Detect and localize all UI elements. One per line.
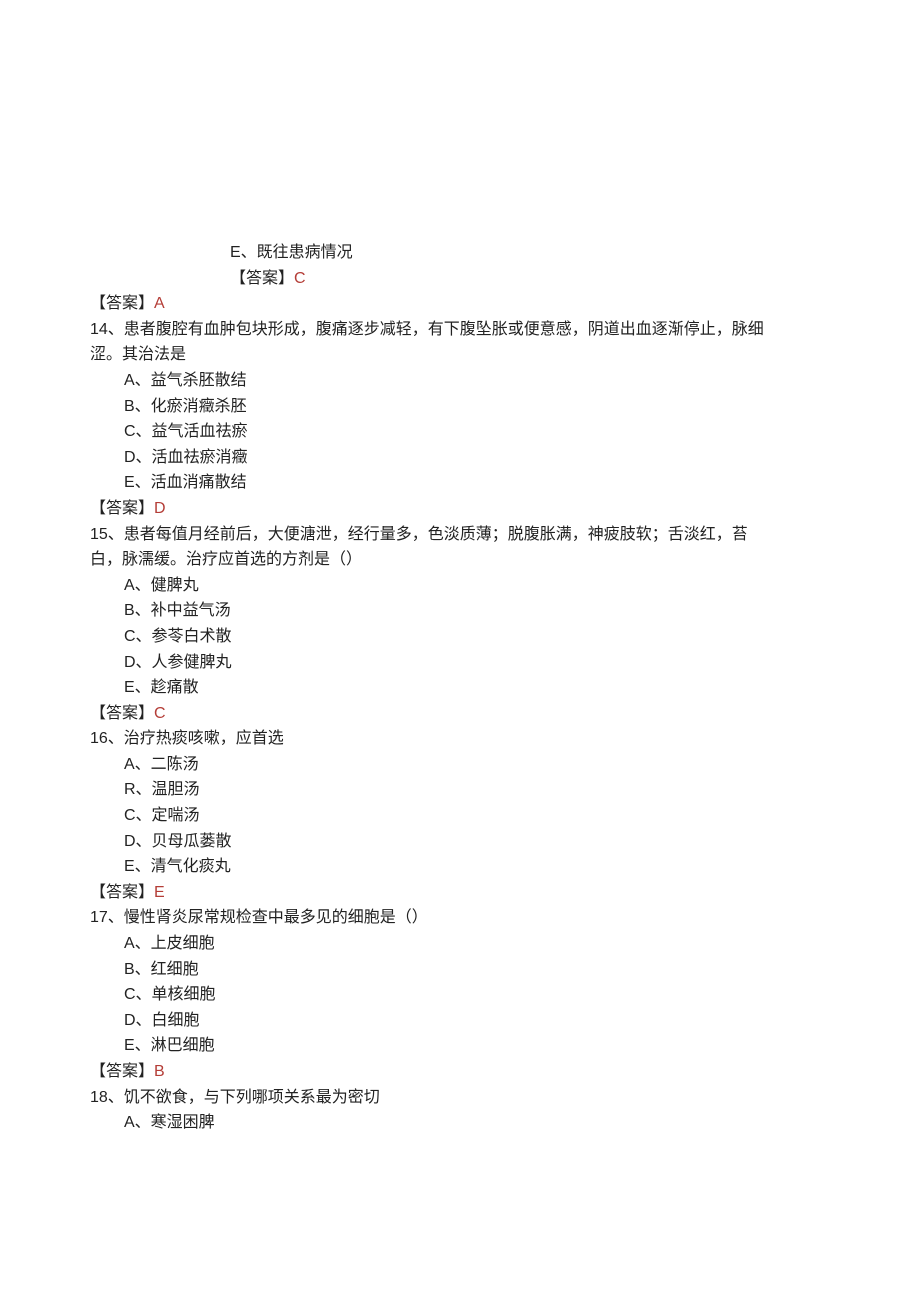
answer-label: 【答案】: [90, 705, 154, 722]
answer-line-13: 【答案】A: [90, 291, 830, 317]
answer-letter: C: [154, 705, 166, 722]
question-stem: 18、饥不欲食，与下列哪项关系最为密切: [90, 1085, 830, 1111]
answer-label: 【答案】: [90, 500, 154, 517]
question-stem: 白，脉濡缓。治疗应首选的方剂是（）: [90, 547, 830, 573]
question-stem: 涩。其治法是: [90, 342, 830, 368]
answer-label: 【答案】: [90, 884, 154, 901]
question-stem: 14、患者腹腔有血肿包块形成，腹痛逐步减轻，有下腹坠胀或便意感，阴道出血逐渐停止…: [90, 317, 830, 343]
option: B、补中益气汤: [90, 598, 830, 624]
answer-label: 【答案】: [90, 295, 154, 312]
answer-line: 【答案】C: [90, 266, 830, 292]
answer-letter: D: [154, 500, 166, 517]
option: B、化瘀消癥杀胚: [90, 394, 830, 420]
answer-line: 【答案】B: [90, 1059, 830, 1085]
option: C、单核细胞: [90, 982, 830, 1008]
option: C、定喘汤: [90, 803, 830, 829]
option: D、人参健脾丸: [90, 650, 830, 676]
option: A、二陈汤: [90, 752, 830, 778]
option: A、上皮细胞: [90, 931, 830, 957]
option: D、贝母瓜蒌散: [90, 829, 830, 855]
answer-label: 【答案】: [230, 270, 294, 287]
option: D、活血祛瘀消癥: [90, 445, 830, 471]
option: A、寒湿困脾: [90, 1110, 830, 1136]
option: E、清气化痰丸: [90, 854, 830, 880]
answer-letter: E: [154, 884, 165, 901]
option: E、活血消痛散结: [90, 470, 830, 496]
option: A、益气杀胚散结: [90, 368, 830, 394]
answer-line: 【答案】D: [90, 496, 830, 522]
option: A、健脾丸: [90, 573, 830, 599]
question-stem: 16、治疗热痰咳嗽，应首选: [90, 726, 830, 752]
answer-line: 【答案】E: [90, 880, 830, 906]
option-e: E、既往患病情况: [90, 240, 830, 266]
option: E、淋巴细胞: [90, 1033, 830, 1059]
answer-line: 【答案】C: [90, 701, 830, 727]
answer-letter: B: [154, 1063, 165, 1080]
option: C、益气活血祛瘀: [90, 419, 830, 445]
option: D、白细胞: [90, 1008, 830, 1034]
answer-label: 【答案】: [90, 1063, 154, 1080]
question-stem: 15、患者每值月经前后，大便溏泄，经行量多，色淡质薄；脱腹胀满，神疲肢软；舌淡红…: [90, 522, 830, 548]
answer-letter: C: [294, 270, 306, 287]
option: B、红细胞: [90, 957, 830, 983]
document-page: E、既往患病情况 【答案】C 【答案】A 14、患者腹腔有血肿包块形成，腹痛逐步…: [0, 0, 920, 1316]
answer-letter: A: [154, 295, 165, 312]
option: C、参苓白术散: [90, 624, 830, 650]
option: E、趁痛散: [90, 675, 830, 701]
question-stem: 17、慢性肾炎尿常规检查中最多见的细胞是（）: [90, 905, 830, 931]
option: R、温胆汤: [90, 777, 830, 803]
